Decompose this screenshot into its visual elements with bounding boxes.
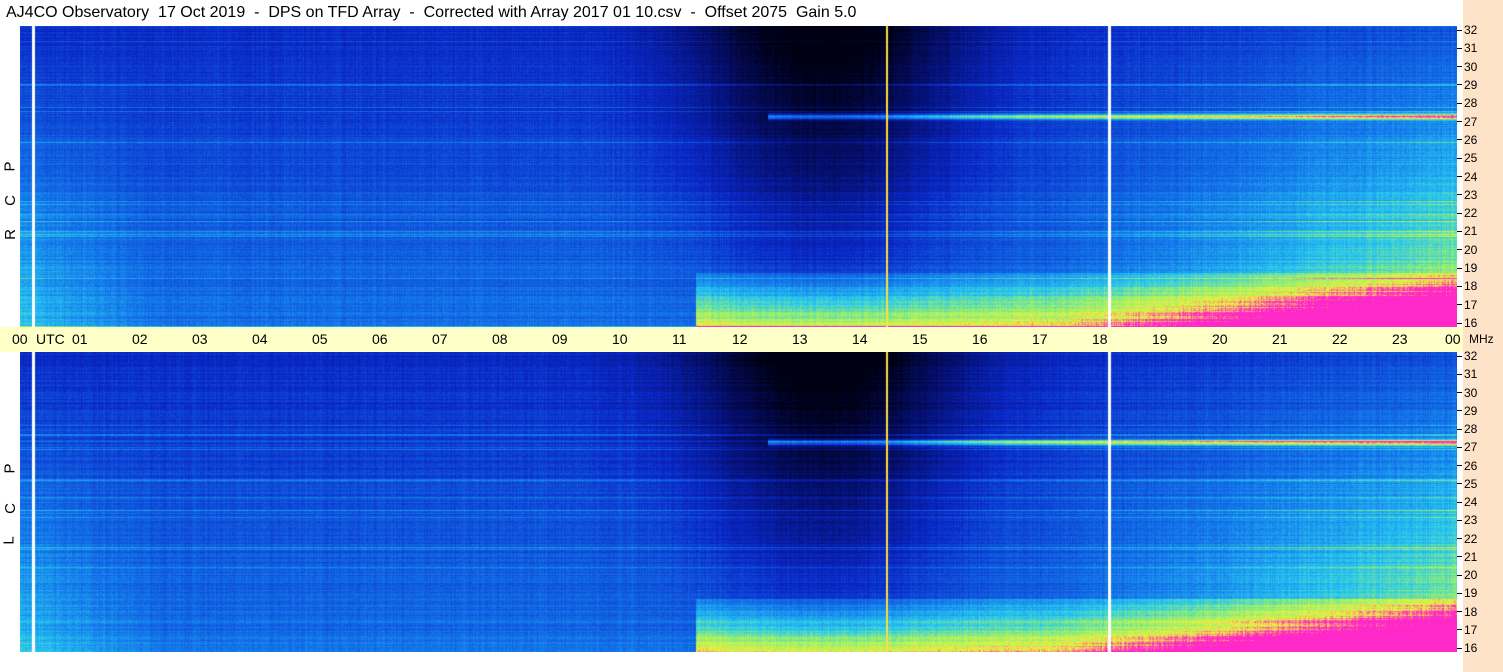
time-tick: 22 (1332, 331, 1348, 347)
frequency-tick: 23 (1457, 513, 1477, 527)
frequency-tick: 25 (1457, 151, 1477, 165)
time-tick: 01 (72, 331, 88, 347)
frequency-tick: 18 (1457, 605, 1477, 619)
rcp-spectrogram (20, 26, 1457, 327)
time-tick: 06 (372, 331, 388, 347)
frequency-tick: 27 (1457, 440, 1477, 454)
mhz-unit-label: MHz (1469, 332, 1494, 346)
lcp-spectrogram (20, 352, 1457, 652)
frequency-tick: 31 (1457, 41, 1477, 55)
frequency-tick: 31 (1457, 367, 1477, 381)
frequency-tick: 32 (1457, 23, 1477, 37)
time-tick: 00 (1445, 331, 1461, 347)
frequency-tick: 19 (1457, 261, 1477, 275)
frequency-tick: 25 (1457, 477, 1477, 491)
rcp-letter-1: P (1, 161, 19, 172)
time-tick: 10 (612, 331, 628, 347)
frequency-tick: 28 (1457, 96, 1477, 110)
time-tick: 16 (972, 331, 988, 347)
frequency-tick: 29 (1457, 78, 1477, 92)
lcp-letter-2: C (1, 503, 19, 514)
time-tick: 00 (12, 331, 28, 347)
frequency-tick: 24 (1457, 170, 1477, 184)
frequency-tick: 21 (1457, 550, 1477, 564)
lcp-spectrogram-canvas (20, 352, 1457, 652)
time-tick: 11 (672, 331, 687, 347)
frequency-tick: 28 (1457, 422, 1477, 436)
rcp-letter-3: R (1, 229, 19, 240)
time-tick: 23 (1392, 331, 1408, 347)
time-tick: 04 (252, 331, 268, 347)
time-tick: 03 (192, 331, 208, 347)
time-tick: 15 (912, 331, 928, 347)
time-axis-bar: UTC 00 01 02 03 04 05 06 07 08 09 10 11 12 13 14 15 16 17… (0, 327, 1463, 352)
frequency-tick: 17 (1457, 298, 1477, 312)
frequency-tick: 30 (1457, 60, 1477, 74)
time-tick: 19 (1152, 331, 1168, 347)
frequency-tick: 20 (1457, 243, 1477, 257)
time-tick: 18 (1092, 331, 1108, 347)
frequency-tick: 22 (1457, 532, 1477, 546)
frequency-tick: 17 (1457, 623, 1477, 637)
time-tick: 20 (1212, 331, 1228, 347)
time-tick: 17 (1032, 331, 1048, 347)
frequency-tick: 32 (1457, 349, 1477, 363)
lcp-letter-1: P (1, 463, 19, 474)
frequency-tick: 16 (1457, 641, 1477, 655)
time-tick: 09 (552, 331, 568, 347)
lcp-frequency-axis: 32 31 30 29 28 27 26 25 24 23 22 21 20 19 18 17 16 (1457, 349, 1503, 655)
frequency-tick: 20 (1457, 568, 1477, 582)
frequency-tick: 24 (1457, 495, 1477, 509)
time-tick: 21 (1272, 331, 1288, 347)
rcp-spectrogram-canvas (20, 26, 1457, 327)
window-title: AJ4CO Observatory 17 Oct 2019 - DPS on T… (0, 0, 1463, 26)
lcp-polarization-label: P C L (0, 352, 20, 652)
frequency-tick: 26 (1457, 459, 1477, 473)
rcp-frequency-axis: 32 31 30 29 28 27 26 25 24 23 22 21 20 19 18 17 16 (1457, 23, 1503, 330)
time-tick: 12 (732, 331, 748, 347)
time-tick: 05 (312, 331, 328, 347)
frequency-tick: 18 (1457, 279, 1477, 293)
utc-unit-label: UTC (36, 331, 65, 347)
frequency-tick: 26 (1457, 133, 1477, 147)
time-tick: 14 (852, 331, 868, 347)
frequency-tick: 30 (1457, 386, 1477, 400)
lcp-letter-3: L (0, 536, 18, 545)
frequency-tick: 23 (1457, 188, 1477, 202)
frequency-tick: 29 (1457, 404, 1477, 418)
frequency-tick: 19 (1457, 586, 1477, 600)
title-text: AJ4CO Observatory 17 Oct 2019 - DPS on T… (6, 4, 857, 21)
rcp-letter-2: C (1, 195, 19, 206)
time-tick: 13 (792, 331, 808, 347)
frequency-tick: 21 (1457, 224, 1477, 238)
time-tick: 07 (432, 331, 448, 347)
time-tick: 02 (132, 331, 148, 347)
time-tick: 08 (492, 331, 508, 347)
frequency-tick: 27 (1457, 115, 1477, 129)
frequency-tick: 22 (1457, 206, 1477, 220)
rcp-polarization-label: P C R (0, 26, 20, 327)
